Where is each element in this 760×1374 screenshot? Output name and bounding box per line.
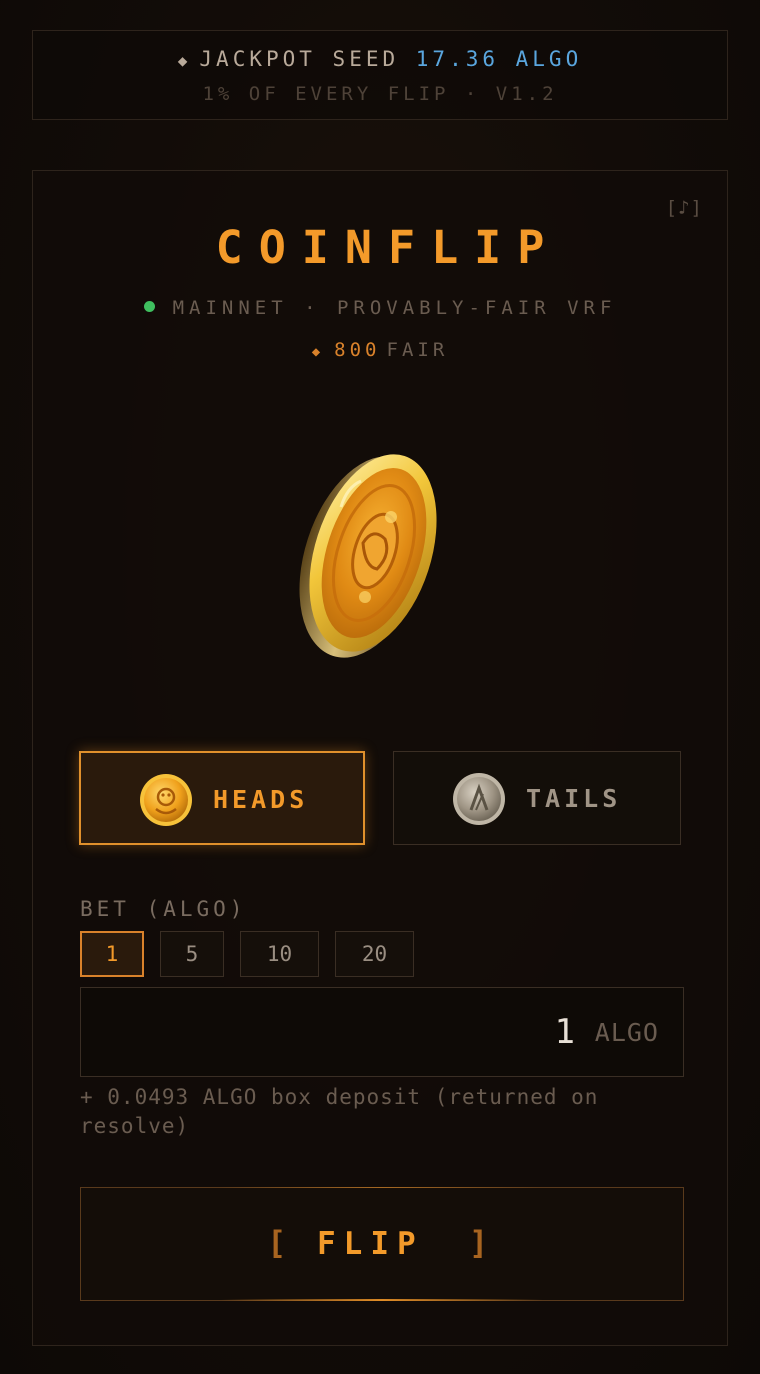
music-toggle-button[interactable]: [♪] (666, 197, 703, 219)
fair-label: FAIR (386, 339, 449, 361)
coin-illustration (291, 447, 451, 667)
button-glow-top (221, 1187, 543, 1188)
bet-amount-value: 1 (554, 1012, 575, 1052)
jackpot-subtitle: 1% OF EVERY FLIP · V1.2 (202, 83, 558, 105)
fair-value: 800 (334, 339, 381, 361)
flip-button[interactable]: [ FLIP ] (80, 1187, 684, 1301)
tails-coin-icon (453, 773, 505, 825)
jackpot-line: ◆ JACKPOT SEED 17.36 ALGO (33, 47, 727, 71)
tails-button[interactable]: TAILS (393, 751, 681, 845)
network-status: MAINNET · PROVABLY-FAIR VRF (33, 297, 727, 319)
bet-preset-20[interactable]: 20 (335, 931, 414, 977)
coinflip-card: [♪] COINFLIP MAINNET · PROVABLY-FAIR VRF… (32, 170, 728, 1346)
bet-preset-1[interactable]: 1 (80, 931, 144, 977)
heads-coin-icon (140, 774, 192, 826)
heads-label: HEADS (213, 785, 309, 814)
diamond-icon: ◆ (311, 344, 325, 360)
network-label: MAINNET · PROVABLY-FAIR VRF (172, 297, 617, 319)
heads-button[interactable]: HEADS (79, 751, 365, 845)
bracket-right: ] (469, 1224, 489, 1262)
jackpot-amount: 17.36 ALGO (415, 47, 583, 71)
bet-preset-10[interactable]: 10 (240, 931, 319, 977)
deposit-note: + 0.0493 ALGO box deposit (returned on r… (80, 1085, 599, 1138)
jackpot-label: JACKPOT SEED (199, 47, 400, 71)
bet-amount-unit: ALGO (594, 1018, 659, 1047)
status-dot-icon (143, 301, 155, 312)
bet-preset-5[interactable]: 5 (160, 931, 224, 977)
page-title: COINFLIP (215, 221, 561, 274)
tails-label: TAILS (526, 784, 622, 813)
diamond-icon: ◆ (177, 51, 192, 70)
bet-label: BET (ALGO) (80, 897, 247, 921)
coin-icon (299, 454, 437, 658)
flip-label: FLIP (317, 1226, 424, 1262)
jackpot-banner: ◆ JACKPOT SEED 17.36 ALGO 1% OF EVERY FLI… (32, 30, 728, 120)
bracket-left: [ (267, 1224, 287, 1262)
bet-amount-input[interactable]: 1 ALGO (80, 987, 684, 1077)
button-glow-bottom (221, 1299, 543, 1301)
side-selector: HEADS TAILS (79, 751, 683, 847)
fair-balance: ◆ 800 FAIR (33, 339, 727, 361)
